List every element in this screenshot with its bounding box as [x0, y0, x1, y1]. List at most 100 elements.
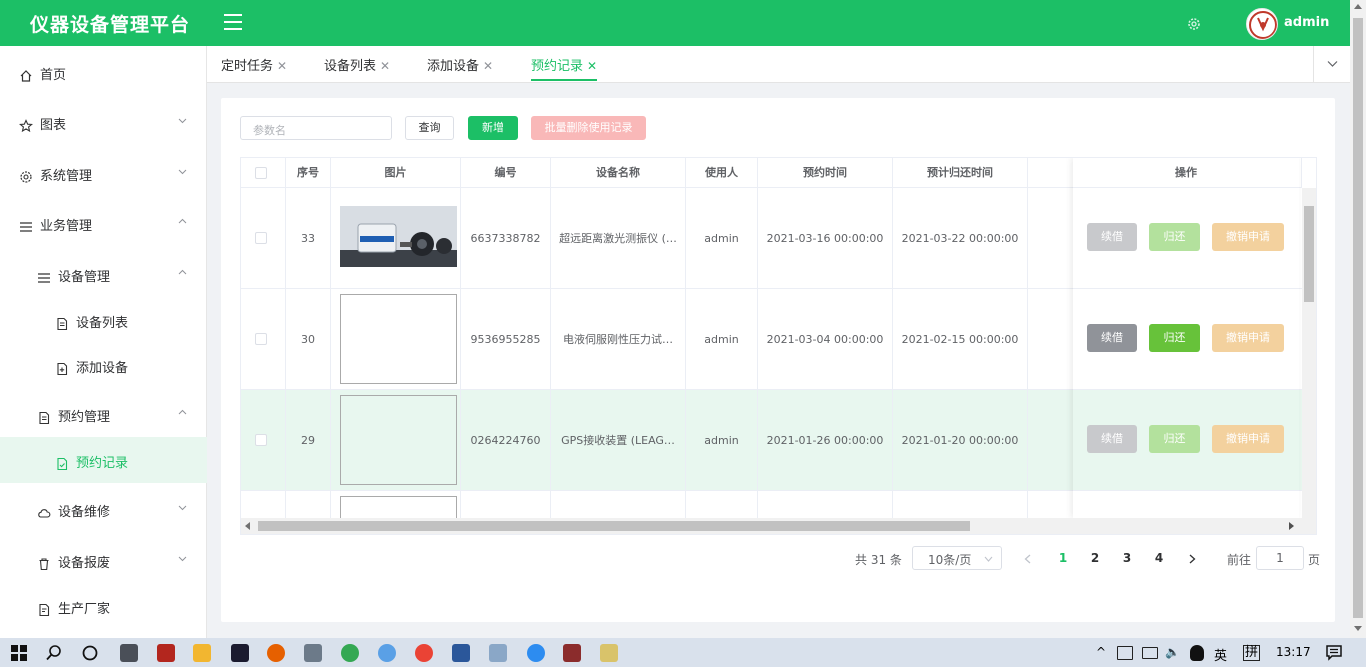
- hamburger-menu-icon[interactable]: [224, 14, 242, 30]
- search-input[interactable]: 参数名: [240, 116, 392, 140]
- sidebar-item-add-device[interactable]: 添加设备: [0, 342, 207, 388]
- goto-page-input[interactable]: 1: [1256, 546, 1304, 570]
- username[interactable]: admin: [1284, 15, 1329, 30]
- sidebar-item-device-management[interactable]: 设备管理: [0, 251, 207, 297]
- app-icon-filezilla[interactable]: [157, 644, 175, 662]
- add-button[interactable]: 新增: [468, 116, 518, 140]
- ime-language[interactable]: 英: [1214, 645, 1227, 664]
- app-icon-browser[interactable]: [378, 644, 396, 662]
- network-icon[interactable]: [1117, 646, 1133, 660]
- app-icon-word[interactable]: [452, 644, 470, 662]
- app-icon-firefox[interactable]: [267, 644, 285, 662]
- select-all-checkbox[interactable]: [255, 167, 267, 179]
- sidebar: 首页 图表 系统管理 业务管理 设备管理 设备列表 添加设备 预约管理 预约记录: [0, 46, 207, 638]
- app-icon-intellij[interactable]: [231, 644, 249, 662]
- scrollbar-thumb[interactable]: [1304, 206, 1314, 302]
- prev-page-icon[interactable]: [1024, 554, 1031, 564]
- sidebar-item-reservation-management[interactable]: 预约管理: [0, 391, 207, 437]
- app-icon-notepad[interactable]: [600, 644, 618, 662]
- table-horizontal-scrollbar[interactable]: [241, 518, 1316, 534]
- battery-icon[interactable]: [1142, 647, 1158, 659]
- sidebar-item-reservation-records[interactable]: 预约记录: [0, 437, 207, 483]
- sidebar-item-system[interactable]: 系统管理: [0, 150, 207, 196]
- app-icon-calculator[interactable]: [120, 644, 138, 662]
- cancel-request-button[interactable]: 撤销申请: [1212, 425, 1284, 453]
- device-photo-placeholder[interactable]: [340, 294, 457, 384]
- page-number[interactable]: 4: [1149, 551, 1169, 565]
- scroll-right-icon[interactable]: [1289, 522, 1295, 530]
- tab-device-list[interactable]: 设备列表 ✕: [324, 55, 390, 81]
- sidebar-item-scrap[interactable]: 设备报废: [0, 537, 207, 583]
- return-button[interactable]: 归还: [1149, 324, 1200, 352]
- notification-icon[interactable]: [1325, 644, 1343, 662]
- sidebar-item-home[interactable]: 首页: [0, 49, 207, 95]
- sidebar-item-label: 预约记录: [76, 456, 129, 471]
- page-vertical-scrollbar[interactable]: [1350, 0, 1366, 638]
- app-icon-chrome[interactable]: [341, 644, 359, 662]
- device-photo-placeholder[interactable]: [340, 395, 457, 485]
- scroll-left-icon[interactable]: [245, 522, 251, 530]
- sidebar-item-business[interactable]: 业务管理: [0, 200, 207, 246]
- ime-mode[interactable]: 拼: [1243, 645, 1261, 661]
- sidebar-item-label: 业务管理: [40, 219, 93, 234]
- scrollbar-thumb[interactable]: [258, 521, 970, 531]
- home-icon: [20, 70, 32, 82]
- page-size-select[interactable]: 10条/页: [912, 546, 1002, 570]
- settings-gear-icon[interactable]: [1186, 16, 1202, 32]
- renew-button[interactable]: 续借: [1087, 324, 1137, 352]
- sidebar-item-maintenance[interactable]: 设备维修: [0, 486, 207, 532]
- app-icon-feather[interactable]: [527, 644, 545, 662]
- cancel-request-button[interactable]: 撤销申请: [1212, 223, 1284, 251]
- scroll-up-icon[interactable]: [1354, 4, 1362, 10]
- tabs-dropdown[interactable]: [1313, 46, 1350, 83]
- close-icon[interactable]: ✕: [587, 59, 597, 73]
- batch-delete-button[interactable]: 批量删除使用记录: [531, 116, 646, 140]
- page-number[interactable]: 2: [1085, 551, 1105, 565]
- row-checkbox[interactable]: [255, 434, 267, 446]
- app-icon-winrar[interactable]: [563, 644, 581, 662]
- user-avatar[interactable]: [1246, 8, 1278, 40]
- chevron-down-icon: [178, 556, 187, 562]
- row-checkbox[interactable]: [255, 232, 267, 244]
- tab-scheduled-tasks[interactable]: 定时任务 ✕: [221, 55, 287, 81]
- tab-reservation-records[interactable]: 预约记录 ✕: [531, 55, 598, 81]
- next-page-icon[interactable]: [1189, 554, 1196, 564]
- row-checkbox[interactable]: [255, 333, 267, 345]
- volume-icon[interactable]: 🔈: [1165, 645, 1180, 659]
- table-vertical-scrollbar[interactable]: [1302, 188, 1316, 518]
- renew-button[interactable]: 续借: [1087, 223, 1137, 251]
- header-code: 编号: [461, 158, 551, 188]
- close-icon[interactable]: ✕: [483, 59, 493, 73]
- search-icon[interactable]: [45, 644, 63, 662]
- qq-icon[interactable]: [1190, 645, 1204, 661]
- app-icon-network[interactable]: [304, 644, 322, 662]
- app-icon-chrome-active[interactable]: [415, 644, 433, 662]
- page-number[interactable]: 1: [1053, 551, 1073, 565]
- page-number[interactable]: 3: [1117, 551, 1137, 565]
- tray-expand-icon[interactable]: ^: [1096, 645, 1106, 659]
- close-icon[interactable]: ✕: [380, 59, 390, 73]
- factory-icon: [39, 603, 50, 617]
- return-button[interactable]: 归还: [1149, 425, 1200, 453]
- scrollbar-thumb[interactable]: [1353, 18, 1363, 618]
- renew-button[interactable]: 续借: [1087, 425, 1137, 453]
- device-photo[interactable]: [340, 206, 457, 267]
- clock[interactable]: 13:17: [1276, 645, 1311, 659]
- tab-add-device[interactable]: 添加设备 ✕: [427, 55, 493, 81]
- return-button[interactable]: 归还: [1149, 223, 1200, 251]
- cancel-request-button[interactable]: 撤销申请: [1212, 324, 1284, 352]
- sidebar-item-manufacturer[interactable]: 生产厂家: [0, 583, 207, 629]
- close-icon[interactable]: ✕: [277, 59, 287, 73]
- row-user: admin: [686, 390, 758, 491]
- query-button[interactable]: 查询: [405, 116, 454, 140]
- windows-start-icon[interactable]: [10, 644, 28, 662]
- app-icon-bird[interactable]: [489, 644, 507, 662]
- tabs-bar: 定时任务 ✕ 设备列表 ✕ 添加设备 ✕ 预约记录 ✕: [207, 46, 1350, 83]
- sidebar-item-charts[interactable]: 图表: [0, 99, 207, 145]
- sidebar-item-device-list[interactable]: 设备列表: [0, 297, 207, 343]
- app-icon-folder[interactable]: [193, 644, 211, 662]
- sidebar-item-label: 预约管理: [58, 410, 111, 425]
- scroll-down-icon[interactable]: [1354, 626, 1362, 632]
- task-view-icon[interactable]: [81, 644, 99, 662]
- header-operations: 操作: [1073, 158, 1299, 188]
